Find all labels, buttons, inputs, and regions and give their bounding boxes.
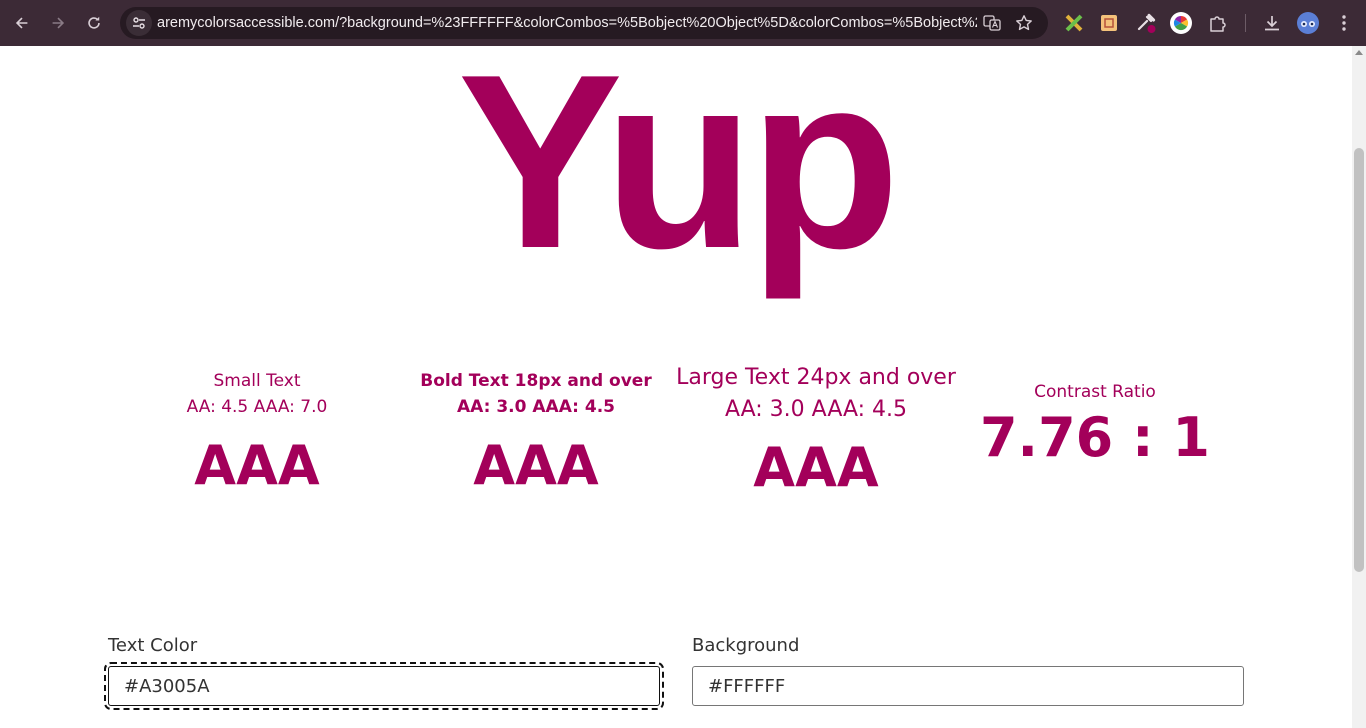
profile-avatar[interactable] (1296, 11, 1320, 35)
background-color-input[interactable] (692, 666, 1244, 706)
profile-icon (1297, 12, 1319, 34)
crossed-pencils-icon (1065, 14, 1083, 32)
background-label: Background (692, 635, 800, 656)
accessibility-verdict: Yup (457, 46, 901, 300)
back-arrow-icon (15, 17, 28, 29)
reload-icon (88, 16, 100, 29)
back-button[interactable] (7, 8, 37, 38)
vertical-scrollbar[interactable] (1352, 46, 1366, 728)
address-bar[interactable]: aremycolorsaccessible.com/?background=%2… (120, 7, 1048, 39)
scroll-up-arrow-icon[interactable] (1355, 50, 1363, 55)
page-content: Yup Small Text AA: 4.5 AAA: 7.0 AAA Bold… (0, 46, 1352, 728)
small-text-criterion: Small Text AA: 4.5 AAA: 7.0 AAA (117, 368, 397, 496)
download-icon (1265, 16, 1279, 31)
criterion-thresholds: AA: 4.5 AAA: 7.0 (186, 397, 328, 417)
extension-box-button[interactable] (1097, 11, 1121, 35)
contrast-ratio-panel: Contrast Ratio 7.76 : 1 (955, 380, 1235, 470)
text-color-label: Text Color (108, 635, 198, 656)
criterion-grade: AAA (753, 436, 879, 499)
url-text[interactable]: aremycolorsaccessible.com/?background=%2… (157, 7, 977, 39)
extensions-button[interactable] (1206, 11, 1230, 35)
extension-eyedropper-button[interactable] (1134, 11, 1158, 35)
translate-button[interactable] (982, 13, 1002, 33)
forward-arrow-icon (52, 17, 65, 29)
forward-button[interactable] (43, 8, 73, 38)
criterion-thresholds: AA: 3.0 AAA: 4.5 (457, 397, 615, 417)
criterion-title: Small Text (213, 371, 301, 391)
puzzle-icon (1210, 16, 1226, 32)
kebab-menu-icon (1342, 15, 1346, 31)
star-icon (1016, 15, 1032, 31)
criterion-grade: AAA (194, 434, 320, 497)
toolbar-divider (1245, 14, 1246, 32)
scrollbar-thumb[interactable] (1354, 148, 1364, 572)
site-info-button[interactable] (126, 10, 152, 36)
criterion-title: Large Text 24px and over (676, 365, 956, 390)
text-color-input[interactable] (104, 662, 664, 710)
color-wheel-icon (1170, 12, 1192, 34)
browser-menu-button[interactable] (1332, 11, 1356, 35)
browser-toolbar: aremycolorsaccessible.com/?background=%2… (0, 0, 1366, 46)
translate-icon (983, 15, 1001, 31)
extension-color-wheel-button[interactable] (1169, 11, 1193, 35)
criterion-thresholds: AA: 3.0 AAA: 4.5 (724, 397, 908, 422)
criterion-title: Bold Text 18px and over (420, 371, 652, 391)
eyedropper-icon (1137, 13, 1156, 33)
large-text-criterion: Large Text 24px and over AA: 3.0 AAA: 4.… (676, 362, 956, 498)
box-icon (1101, 15, 1117, 31)
bold-text-criterion: Bold Text 18px and over AA: 3.0 AAA: 4.5… (396, 368, 676, 496)
bookmark-button[interactable] (1014, 13, 1034, 33)
reload-button[interactable] (79, 8, 109, 38)
downloads-button[interactable] (1260, 11, 1284, 35)
tune-icon (133, 17, 145, 29)
criterion-grade: AAA (473, 434, 599, 497)
contrast-ratio-label: Contrast Ratio (1034, 382, 1156, 402)
contrast-ratio-value: 7.76 : 1 (979, 406, 1210, 469)
extension-ruler-button[interactable] (1062, 11, 1086, 35)
